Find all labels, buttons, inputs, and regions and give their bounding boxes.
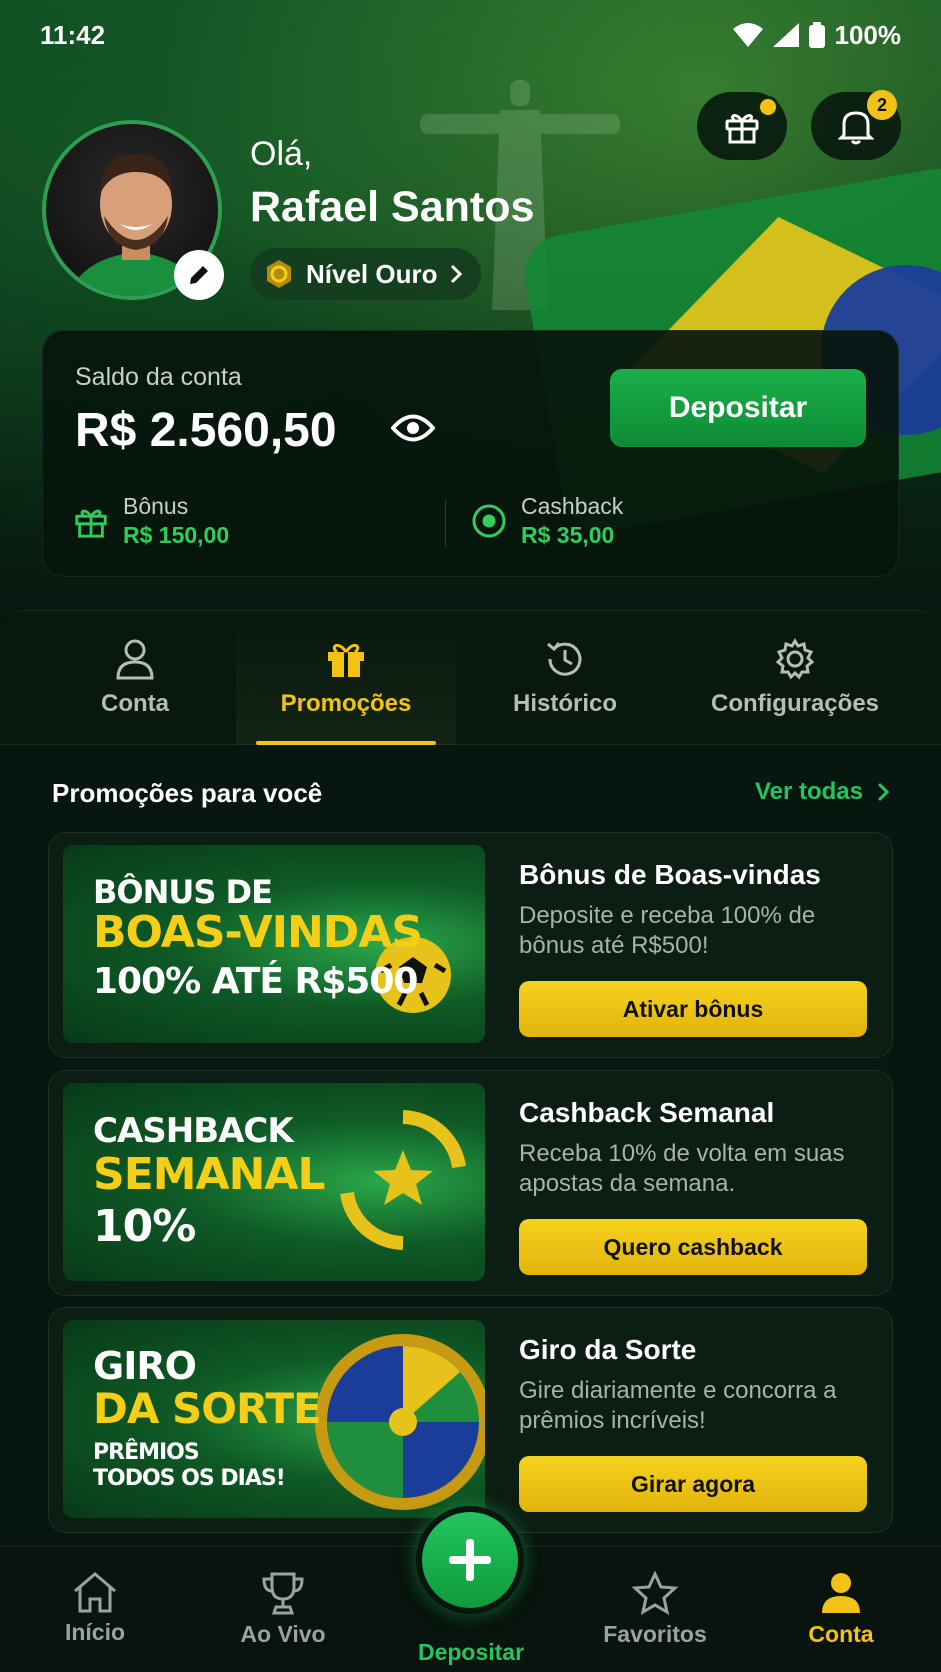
nav-depositar[interactable]: Depositar	[396, 1639, 546, 1666]
tab-label: Promoções	[280, 690, 412, 717]
user-icon	[822, 1573, 860, 1613]
nav-favoritos[interactable]: Favoritos	[580, 1571, 730, 1648]
gift-icon	[75, 509, 107, 538]
history-icon	[547, 642, 582, 676]
tab-historico[interactable]: Histórico	[470, 611, 660, 745]
nav-label: Depositar	[417, 1639, 525, 1665]
pencil-icon	[190, 266, 208, 284]
tab-label: Configurações	[710, 690, 880, 717]
trophy-icon	[262, 1572, 304, 1615]
nav-label: Favoritos	[603, 1621, 707, 1647]
tab-configuracoes[interactable]: Configurações	[700, 611, 890, 745]
gift-dot-badge	[757, 96, 779, 118]
divider	[445, 499, 446, 547]
section-title: Promoções para você	[52, 778, 323, 808]
cashback-label: Cashback	[521, 493, 624, 519]
promo-description: Gire diariamente e concorra a prêmios in…	[519, 1377, 837, 1434]
banner-line: DA SORTE	[93, 1384, 322, 1433]
promo-card-lucky-spin[interactable]: GIRO DA SORTE PRÊMIOS TODOS OS DIAS! Gir…	[48, 1307, 893, 1533]
prize-wheel-icon	[315, 1334, 485, 1510]
tab-promocoes[interactable]: Promoções	[236, 611, 456, 745]
cashback-icon	[472, 504, 506, 538]
promo-title: Bônus de Boas-vindas	[519, 859, 821, 890]
wifi-icon	[732, 23, 763, 47]
deposit-fab-button[interactable]	[416, 1506, 524, 1614]
nav-ao-vivo[interactable]: Ao Vivo	[208, 1571, 358, 1648]
nav-label: Ao Vivo	[240, 1621, 326, 1647]
gift-icon	[328, 643, 364, 677]
edit-profile-button[interactable]	[174, 250, 224, 300]
see-all-label: Ver todas	[754, 778, 863, 805]
promo-banner-spin: GIRO DA SORTE PRÊMIOS TODOS OS DIAS!	[63, 1320, 485, 1518]
cashback-value: R$ 35,00	[521, 522, 615, 548]
promo-description: Receba 10% de volta em suas apostas da s…	[519, 1140, 845, 1197]
deposit-button[interactable]: Depositar	[610, 369, 866, 447]
promo-description: Deposite e receba 100% de bônus até R$50…	[519, 902, 816, 959]
plus-icon	[449, 1539, 491, 1581]
status-time: 11:42	[40, 19, 106, 50]
bonus-label: Bônus	[123, 493, 189, 519]
cashback-summary: Cashback R$ 35,00	[471, 493, 623, 549]
cashback-star-icon	[340, 1110, 466, 1250]
nav-label: Conta	[808, 1621, 874, 1647]
bonus-value: R$ 150,00	[123, 522, 230, 548]
tab-label: Histórico	[512, 690, 617, 717]
promo-card-weekly-cashback[interactable]: CASHBACK SEMANAL 10% Cashback Semanal Re…	[48, 1070, 893, 1296]
greeting-text: Olá,	[250, 135, 313, 173]
nav-label: Início	[64, 1619, 126, 1645]
banner-line: BOAS-VINDAS	[93, 907, 423, 958]
level-chip[interactable]: Nível Ouro	[250, 248, 482, 300]
signal-icon	[772, 23, 799, 47]
notifications-button[interactable]: 2	[811, 90, 901, 160]
banner-line: CASHBACK	[93, 1111, 294, 1151]
divider	[0, 744, 941, 745]
tab-label: Conta	[101, 690, 169, 717]
balance-value: R$ 2.560,50	[75, 404, 337, 457]
battery-percent: 100%	[834, 19, 902, 50]
cashback-button[interactable]: Quero cashback	[519, 1219, 867, 1275]
level-label: Nível Ouro	[306, 258, 438, 289]
banner-line: SEMANAL	[93, 1149, 325, 1200]
banner-line: TODOS OS DIAS!	[93, 1466, 286, 1491]
balance-label: Saldo da conta	[75, 363, 242, 391]
star-icon	[632, 1571, 678, 1615]
user-name: Rafael Santos	[250, 183, 535, 231]
chevron-right-icon	[451, 264, 463, 284]
banner-line: 100% ATÉ R$500	[93, 961, 418, 1002]
promo-title: Giro da Sorte	[519, 1334, 697, 1365]
banner-line: GIRO	[93, 1344, 197, 1388]
banner-line: PRÊMIOS	[93, 1440, 200, 1465]
banner-line: BÔNUS DE	[93, 873, 273, 911]
nav-conta[interactable]: Conta	[766, 1571, 916, 1648]
promo-banner-cashback: CASHBACK SEMANAL 10%	[63, 1083, 485, 1281]
promo-banner-welcome: BÔNUS DE BOAS-VINDAS 100% ATÉ R$500	[63, 845, 485, 1043]
tab-conta[interactable]: Conta	[40, 611, 230, 745]
gold-badge-icon	[267, 260, 291, 288]
promo-title: Cashback Semanal	[519, 1097, 775, 1128]
gift-icon	[725, 114, 759, 144]
see-all-link[interactable]: Ver todas	[755, 778, 889, 806]
bonus-summary: Bônus R$ 150,00	[73, 493, 229, 549]
notification-count-badge: 2	[867, 90, 897, 120]
nav-inicio[interactable]: Início	[20, 1571, 170, 1646]
gear-icon	[775, 638, 815, 680]
user-icon	[116, 639, 154, 680]
chevron-right-icon	[877, 782, 889, 802]
status-icons: 100%	[732, 19, 902, 51]
home-icon	[74, 1572, 116, 1613]
balance-card: Saldo da conta R$ 2.560,50 Depositar Bôn…	[42, 330, 899, 577]
gifts-button[interactable]	[697, 92, 787, 160]
header-actions: 2	[697, 90, 901, 160]
status-bar: 11:42 100%	[0, 0, 941, 70]
promo-card-welcome-bonus[interactable]: BÔNUS DE BOAS-VINDAS 100% ATÉ R$500 Bônu…	[48, 832, 893, 1058]
spin-now-button[interactable]: Girar agora	[519, 1456, 867, 1512]
eye-icon[interactable]	[391, 413, 435, 443]
account-tabs: Conta Promoções Histórico Configurações	[0, 610, 941, 745]
banner-line: 10%	[93, 1201, 196, 1252]
activate-bonus-button[interactable]: Ativar bônus	[519, 981, 867, 1037]
battery-icon	[808, 22, 825, 48]
profile-avatar[interactable]	[42, 120, 224, 300]
